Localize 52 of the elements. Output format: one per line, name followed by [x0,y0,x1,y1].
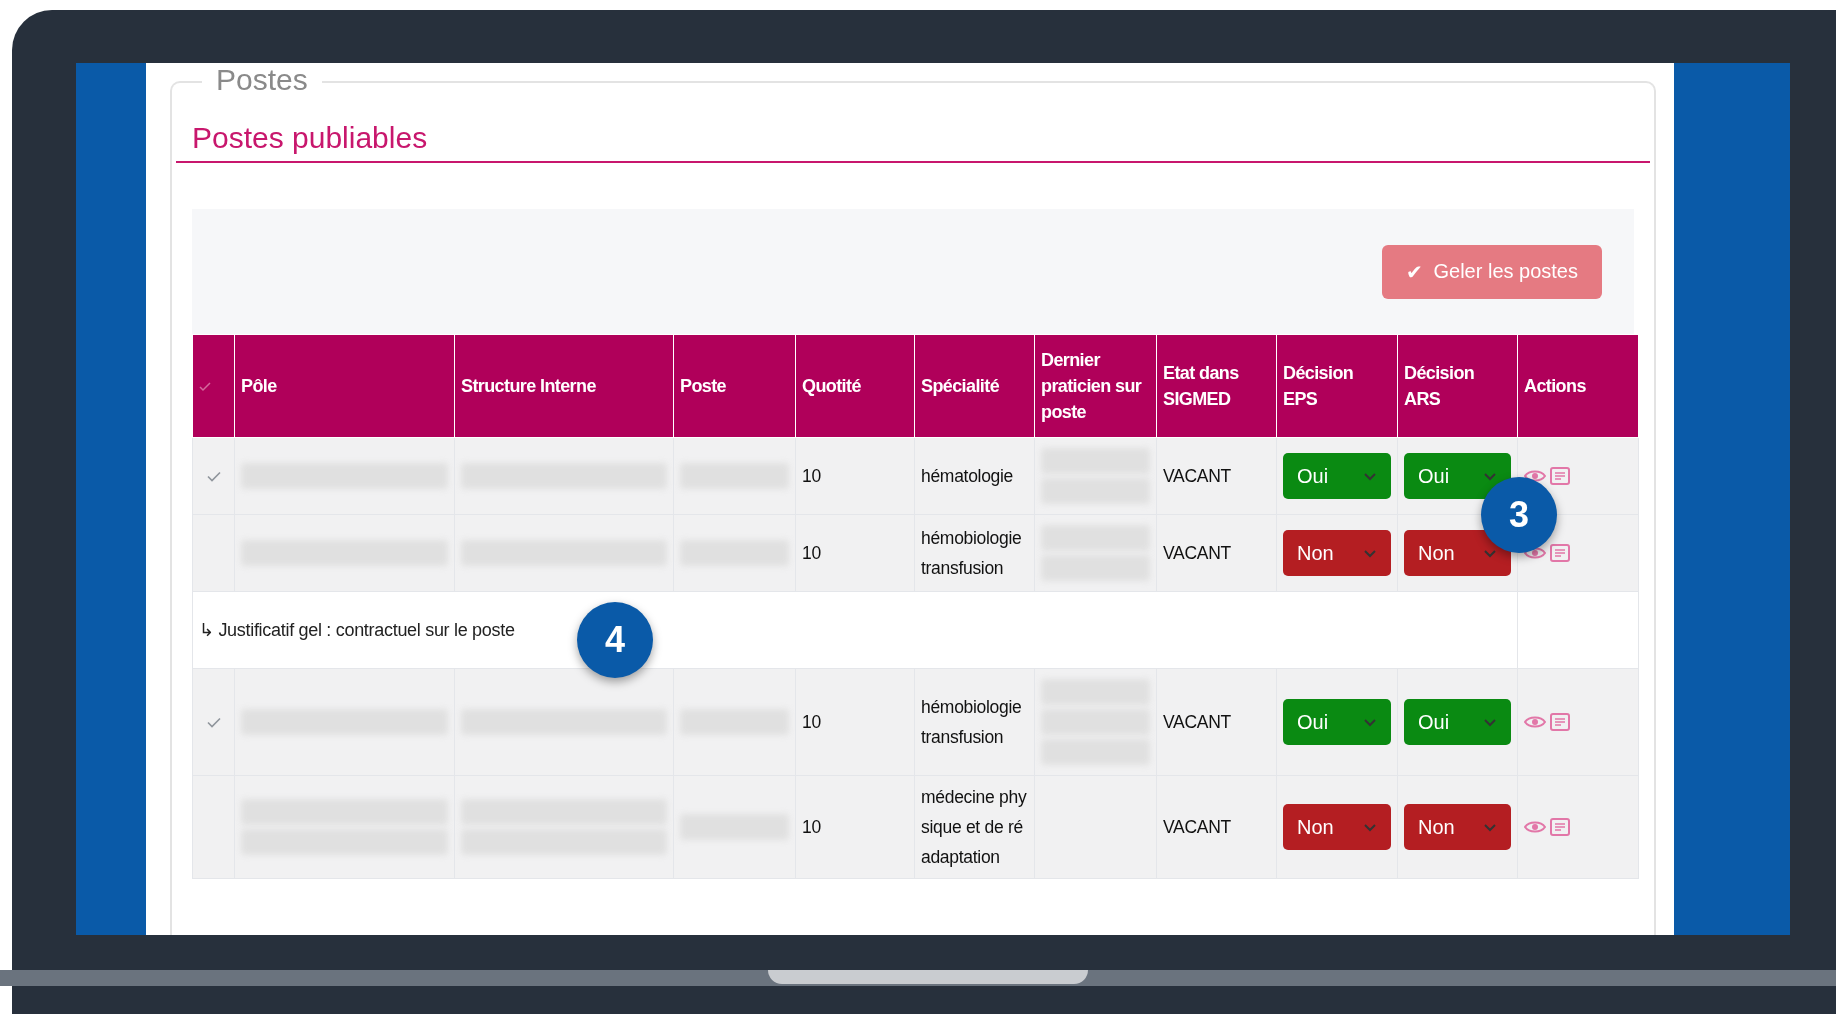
decision-select[interactable]: Oui [1283,453,1391,499]
table-cell: hémobiologie transfusion [921,697,1022,747]
eye-icon[interactable] [1524,469,1546,483]
table-cell: 10 [802,712,821,732]
column-header: Structure Interne [454,334,674,438]
column-header: Décision ARS [1397,334,1518,438]
column-header: Poste [673,334,796,438]
table-cell: médecine physique et de réadaptation [921,787,1027,867]
caret-icon [1363,822,1377,832]
eye-icon[interactable] [1524,820,1546,834]
caret-icon [1483,471,1497,481]
table-cell: 10 [802,466,821,486]
decision-select[interactable]: Non [1404,804,1511,850]
column-header: Décision EPS [1276,334,1398,438]
row-checkmark[interactable] [206,471,221,482]
table-cell: hémobiologie transfusion [921,528,1022,578]
column-header: Quotité [795,334,915,438]
decision-select[interactable]: Oui [1404,453,1511,499]
caret-icon [1363,548,1377,558]
column-header: Actions [1517,334,1639,438]
decision-select[interactable]: Oui [1404,699,1511,745]
check-icon [199,382,211,392]
decision-select[interactable]: Non [1283,530,1391,576]
column-header: Dernier praticien sur poste [1034,334,1157,438]
caret-icon [1483,822,1497,832]
column-header: Etat dans SIGMED [1156,334,1277,438]
note-icon[interactable] [1550,713,1570,731]
table-cell: 10 [802,543,821,563]
note-icon[interactable] [1550,467,1570,485]
table-cell: hématologie [921,466,1014,486]
table-cell: VACANT [1163,817,1231,837]
table-cell: 10 [802,817,821,837]
freeze-posts-button[interactable]: ✔ Geler les postes [1382,244,1602,299]
eye-icon[interactable] [1524,546,1546,560]
note-icon[interactable] [1550,818,1570,836]
caret-icon [1483,717,1497,727]
table-cell: VACANT [1163,543,1231,563]
note-icon[interactable] [1550,544,1570,562]
table-cell: VACANT [1163,712,1231,732]
caret-icon [1363,471,1377,481]
table-cell: VACANT [1163,466,1231,486]
column-header: Pôle [234,334,455,438]
decision-select[interactable]: Non [1283,804,1391,850]
decision-select[interactable]: Non [1404,530,1511,576]
section-title: Postes publiables [176,121,1650,163]
column-header: Spécialité [914,334,1035,438]
row-checkmark[interactable] [206,717,221,728]
decision-select[interactable]: Oui [1283,699,1391,745]
eye-icon[interactable] [1524,715,1546,729]
caret-icon [1483,548,1497,558]
caret-icon [1363,717,1377,727]
freeze-justification: ↳ Justificatif gel : contractuel sur le poste [199,620,515,640]
